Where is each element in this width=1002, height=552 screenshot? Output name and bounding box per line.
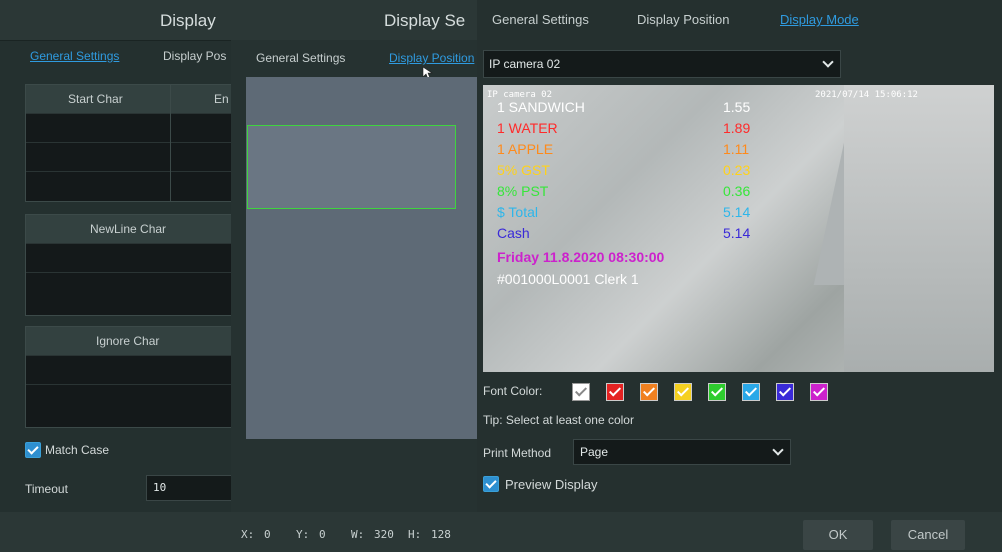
tab-display-position[interactable]: Display Pos [163, 49, 226, 63]
timeout-input[interactable]: 10 [146, 475, 238, 501]
tab-display-position[interactable]: Display Position [389, 51, 474, 65]
panel2-footer: X: 0 Y: 0 W: 320 H: 128 [231, 512, 477, 552]
newline-char-table: NewLine Char [25, 214, 238, 316]
print-method-label: Print Method [483, 446, 552, 460]
y-label: Y: [296, 528, 310, 541]
color-swatch-checkbox[interactable] [674, 383, 692, 401]
h-value: 128 [431, 528, 451, 541]
table-row[interactable] [26, 171, 237, 200]
table-row[interactable] [26, 384, 237, 413]
color-swatch-checkbox[interactable] [640, 383, 658, 401]
display-position-panel: Display Se General Settings Display Posi… [231, 0, 477, 552]
start-char-table: Start Char En [25, 84, 238, 202]
osd-item: 1 WATER [497, 120, 558, 136]
osd-price: 5.14 [723, 225, 751, 241]
table-row[interactable] [26, 355, 237, 384]
timeout-label: Timeout [25, 482, 68, 496]
osd-price: 5.14 [723, 204, 751, 220]
timeout-value: 10 [153, 481, 167, 494]
color-swatch-checkbox[interactable] [606, 383, 624, 401]
display-mode-panel: General Settings Display Position Displa… [477, 0, 1002, 552]
panel3-tabs: General Settings Display Position Displa… [477, 0, 1002, 38]
tab-general-settings[interactable]: General Settings [492, 12, 589, 27]
y-value: 0 [319, 528, 326, 541]
panel1-footer [0, 512, 236, 552]
general-settings-panel-back: Display General Settings Display Pos Sta… [0, 0, 238, 552]
column-divider [170, 85, 171, 201]
color-swatch-checkbox[interactable] [708, 383, 726, 401]
osd-item: $ Total [497, 204, 538, 220]
chevron-down-icon [822, 56, 834, 68]
color-swatch-checkbox[interactable] [776, 383, 794, 401]
h-label: H: [408, 528, 422, 541]
camera-select[interactable]: IP camera 02 [483, 50, 841, 78]
panel3-footer: OK Cancel [477, 512, 1002, 552]
display-region-box[interactable] [247, 125, 456, 209]
font-color-label: Font Color: [483, 384, 543, 398]
panel1-title-bar: Display [0, 0, 236, 41]
table-header: NewLine Char [26, 215, 237, 243]
camera-select-value: IP camera 02 [489, 57, 561, 71]
preview-wall [844, 85, 994, 372]
w-value: 320 [374, 528, 394, 541]
start-char-header: Start Char [68, 92, 123, 106]
ok-button[interactable]: OK [803, 520, 873, 550]
tab-general-settings[interactable]: General Settings [30, 49, 119, 63]
color-swatch-checkbox[interactable] [572, 383, 590, 401]
print-method-select[interactable]: Page [573, 439, 791, 465]
match-case-checkbox[interactable] [25, 442, 41, 458]
preview-display-label: Preview Display [505, 477, 598, 492]
osd-price: 0.36 [723, 183, 751, 199]
table-row[interactable] [26, 113, 237, 142]
color-swatch-checkbox[interactable] [810, 383, 828, 401]
newline-char-header: NewLine Char [90, 222, 167, 236]
preview-display-checkbox[interactable] [483, 476, 499, 492]
match-case-label: Match Case [45, 443, 110, 457]
table-header: Start Char En [26, 85, 237, 113]
osd-item: 5% GST [497, 162, 550, 178]
osd-price: 1.11 [723, 141, 750, 157]
tab-display-position[interactable]: Display Position [637, 12, 730, 27]
osd-date-line: Friday 11.8.2020 08:30:00 [497, 249, 665, 265]
osd-price: 0.23 [723, 162, 751, 178]
tab-general-settings[interactable]: General Settings [256, 51, 345, 65]
x-label: X: [241, 528, 255, 541]
x-value: 0 [264, 528, 271, 541]
panel2-title-bar: Display Se [231, 0, 477, 40]
print-method-value: Page [580, 445, 609, 459]
color-swatch-checkbox[interactable] [742, 383, 760, 401]
w-label: W: [351, 528, 365, 541]
panel2-title: Display Se [384, 11, 466, 30]
cancel-button[interactable]: Cancel [891, 520, 965, 550]
osd-item: Cash [497, 225, 530, 241]
tip-text: Tip: Select at least one color [483, 413, 634, 427]
end-char-header: En [214, 92, 229, 106]
panel1-tabs: General Settings Display Pos [0, 40, 236, 73]
osd-price: 1.55 [723, 99, 751, 115]
table-row[interactable] [26, 142, 237, 171]
osd-item: 8% PST [497, 183, 549, 199]
osd-price: 1.89 [723, 120, 751, 136]
panel1-title: Display [160, 11, 216, 30]
ignore-char-table: Ignore Char [25, 326, 238, 428]
osd-item: 1 APPLE [497, 141, 554, 157]
table-row[interactable] [26, 243, 237, 272]
chevron-down-icon [772, 444, 784, 456]
table-header: Ignore Char [26, 327, 237, 355]
table-row[interactable] [26, 272, 237, 301]
osd-item: 1 SANDWICH [497, 99, 585, 115]
ignore-char-header: Ignore Char [96, 334, 160, 348]
camera-preview: IP camera 02 2021/07/14 15:06:12 1 SANDW… [483, 85, 994, 372]
osd-timestamp: 2021/07/14 15:06:12 [815, 90, 918, 100]
osd-clerk-line: #001000L0001 Clerk 1 [497, 271, 639, 287]
tab-display-mode[interactable]: Display Mode [780, 12, 859, 27]
